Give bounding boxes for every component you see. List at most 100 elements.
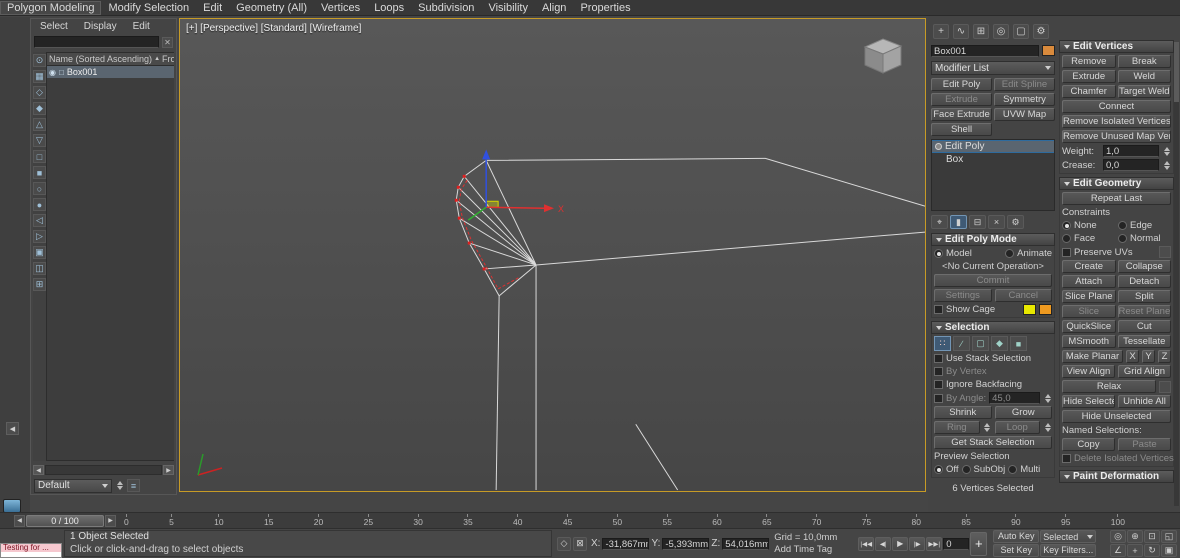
detach-button[interactable]: Detach xyxy=(1117,275,1171,288)
go-to-start-icon[interactable]: |◀◀ xyxy=(858,536,875,551)
scroll-right-icon[interactable]: ▶ xyxy=(163,465,174,475)
maxscript-mini-listener[interactable]: Testing for ... xyxy=(0,529,62,558)
hierarchy-tab-icon[interactable]: ⊞ xyxy=(973,23,989,39)
face-extrude-button[interactable]: Face Extrude xyxy=(931,108,992,121)
auto-key-button[interactable]: Auto Key xyxy=(993,530,1040,543)
play-icon[interactable]: ▶ xyxy=(892,536,909,551)
select-filter-icon[interactable]: ⊙ xyxy=(33,54,46,67)
selection-lock-icon[interactable]: ⊠ xyxy=(573,536,587,551)
weight-spinner[interactable] xyxy=(1162,146,1171,156)
msmooth-button[interactable]: MSmooth xyxy=(1062,335,1116,348)
hide-unselected-button[interactable]: Hide Unselected xyxy=(1062,410,1171,423)
groups-filter-icon[interactable]: ○ xyxy=(33,182,46,195)
hide-selected-button[interactable]: Hide Selected xyxy=(1062,395,1115,408)
remove-unused-map-verts-button[interactable]: Remove Unused Map Verts xyxy=(1062,130,1171,143)
materials-filter-icon[interactable]: ◁ xyxy=(33,214,46,227)
constraint-normal-radio[interactable] xyxy=(1118,234,1127,243)
lights-filter-icon[interactable]: △ xyxy=(33,118,46,131)
grow-button[interactable]: Grow xyxy=(994,406,1052,419)
list-header[interactable]: Name (Sorted Ascending) ▲ Frozen xyxy=(47,53,174,66)
current-frame-field[interactable]: 0 xyxy=(943,537,970,550)
constraint-edge-label[interactable]: Edge xyxy=(1130,220,1171,231)
add-time-tag[interactable]: Add Time Tag xyxy=(774,544,854,556)
scrollbar-track[interactable] xyxy=(45,465,162,475)
crease-spinner[interactable] xyxy=(1162,160,1171,170)
edge-mode-icon[interactable]: ∕ xyxy=(953,336,970,351)
edit-poly-button[interactable]: Edit Poly xyxy=(931,78,992,91)
frozen-column-header[interactable]: Frozen xyxy=(162,54,174,64)
key-mode-toggle-button[interactable]: + xyxy=(970,531,988,556)
menu-vertices[interactable]: Vertices xyxy=(314,1,367,15)
view-align-button[interactable]: View Align xyxy=(1062,365,1115,378)
ignore-backfacing-checkbox[interactable] xyxy=(934,380,943,389)
animate-radio-label[interactable]: Animate xyxy=(1017,248,1052,259)
create-tab-icon[interactable]: + xyxy=(933,23,949,39)
constraint-none-radio[interactable] xyxy=(1062,221,1071,230)
shell-button[interactable]: Shell xyxy=(931,123,992,136)
scroll-left-icon[interactable]: ◀ xyxy=(33,465,44,475)
perspective-viewport[interactable]: X [+] [Perspective] [Standard] [Wirefram… xyxy=(179,18,926,492)
preserve-uvs-label[interactable]: Preserve UVs xyxy=(1074,247,1133,258)
preview-off-label[interactable]: Off xyxy=(946,464,959,475)
utilities-tab-icon[interactable]: ⚙ xyxy=(1033,23,1049,39)
model-radio[interactable] xyxy=(934,249,943,258)
constraint-face-label[interactable]: Face xyxy=(1074,233,1115,244)
preview-subobj-label[interactable]: SubObj xyxy=(974,464,1006,475)
explorer-menu-edit[interactable]: Edit xyxy=(126,21,157,32)
zoom-icon[interactable]: ◎ xyxy=(1110,530,1126,543)
explorer-menu-select[interactable]: Select xyxy=(33,21,75,32)
crease-field[interactable]: 0,0 xyxy=(1103,159,1159,171)
zoom-extents-icon[interactable]: ⊡ xyxy=(1144,530,1160,543)
planar-y-button[interactable]: Y xyxy=(1142,350,1155,363)
relax-button[interactable]: Relax xyxy=(1062,380,1156,393)
vertex-mode-icon[interactable]: ∷ xyxy=(934,336,951,351)
target-weld-button[interactable]: Target Weld xyxy=(1117,85,1171,98)
break-button[interactable]: Break xyxy=(1117,55,1171,68)
attach-button[interactable]: Attach xyxy=(1062,275,1116,288)
selection-rollout-header[interactable]: Selection xyxy=(931,321,1055,334)
stack-item-edit-poly[interactable]: Edit Poly xyxy=(932,140,1054,153)
display-tab-icon[interactable]: ▢ xyxy=(1013,23,1029,39)
eye-icon[interactable]: ◉ xyxy=(49,68,56,77)
tessellate-button[interactable]: Tessellate xyxy=(1117,335,1171,348)
connect-button[interactable]: Connect xyxy=(1062,100,1171,113)
remove-button[interactable]: Remove xyxy=(1062,55,1116,68)
list-item[interactable]: ◉ □ Box001 xyxy=(47,66,174,78)
zoom-all-icon[interactable]: ⊕ xyxy=(1127,530,1143,543)
use-stack-selection-checkbox[interactable] xyxy=(934,354,943,363)
selection-set-dropdown[interactable]: Selected xyxy=(1040,530,1097,543)
make-planar-button[interactable]: Make Planar xyxy=(1062,350,1123,363)
menu-align[interactable]: Align xyxy=(535,1,573,15)
show-cage-label[interactable]: Show Cage xyxy=(946,304,995,315)
preview-multi-radio[interactable] xyxy=(1008,465,1018,474)
quickslice-button[interactable]: QuickSlice xyxy=(1062,320,1116,333)
menu-loops[interactable]: Loops xyxy=(367,1,411,15)
display-grid-icon[interactable]: ▦ xyxy=(33,70,46,83)
preview-multi-label[interactable]: Multi xyxy=(1020,464,1040,475)
edit-geometry-rollout-header[interactable]: Edit Geometry xyxy=(1059,177,1174,190)
macro-recorder-line[interactable]: Testing for ... xyxy=(1,544,61,552)
menu-subdivision[interactable]: Subdivision xyxy=(411,1,481,15)
uvw-map-button[interactable]: UVW Map xyxy=(994,108,1055,121)
weight-field[interactable]: 1,0 xyxy=(1103,145,1159,157)
preserve-uvs-settings-icon[interactable] xyxy=(1159,246,1171,258)
grid-align-button[interactable]: Grid Align xyxy=(1118,365,1171,378)
previous-frame-icon[interactable]: ◀ xyxy=(14,514,25,527)
zoom-region-icon[interactable]: ◱ xyxy=(1161,530,1177,543)
menu-modify-selection[interactable]: Modify Selection xyxy=(101,1,196,15)
extrude-button[interactable]: Extrude xyxy=(1062,70,1116,83)
go-to-end-icon[interactable]: ▶▶| xyxy=(926,536,943,551)
stack-item-box[interactable]: Box xyxy=(932,153,1054,166)
explorer-menu-display[interactable]: Display xyxy=(77,21,124,32)
modify-tab-icon[interactable]: ∿ xyxy=(953,23,969,39)
viewcube[interactable] xyxy=(855,31,911,79)
slice-plane-button[interactable]: Slice Plane xyxy=(1062,290,1116,303)
geometry-filter-icon[interactable]: ◇ xyxy=(33,86,46,99)
menu-properties[interactable]: Properties xyxy=(573,1,637,15)
modifier-bulb-icon[interactable] xyxy=(935,143,942,150)
paint-deformation-rollout-header[interactable]: Paint Deformation xyxy=(1059,470,1174,483)
next-key-icon[interactable]: |▶ xyxy=(909,536,926,551)
pan-icon[interactable]: + xyxy=(1127,544,1143,557)
show-cage-checkbox[interactable] xyxy=(934,305,943,314)
next-frame-icon[interactable]: ▶ xyxy=(105,514,116,527)
